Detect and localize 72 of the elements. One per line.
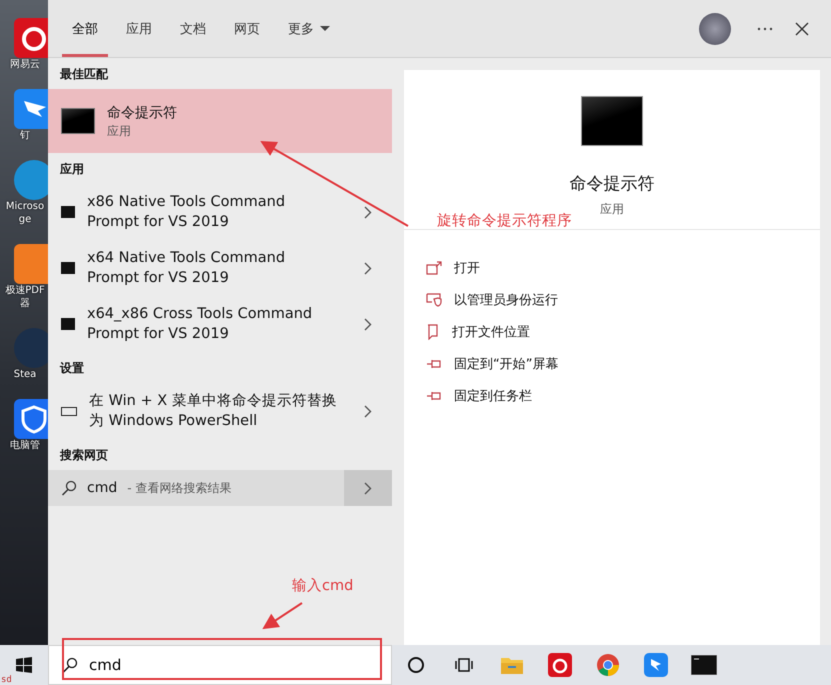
terminal-icon <box>61 206 75 218</box>
chevron-icon <box>364 482 372 494</box>
terminal-icon <box>61 108 95 134</box>
action-link[interactable]: 以管理员身份运行 <box>454 291 558 309</box>
app-icon[interactable] <box>14 89 48 129</box>
result-item[interactable]: x86 Native Tools Command Prompt for VS 2019 <box>87 192 337 232</box>
folder-icon[interactable] <box>500 655 524 675</box>
preview-title: 命令提示符 <box>570 173 654 195</box>
result-item[interactable]: 在 Win + X 菜单中将命令提示符替换为 Windows PowerShell <box>89 391 339 431</box>
action-link[interactable]: 固定到“开始”屏幕 <box>454 355 558 373</box>
pin-icon <box>426 358 442 370</box>
terminal-icon <box>581 96 643 146</box>
browser-icon[interactable] <box>596 653 620 677</box>
task-view-icon[interactable] <box>455 657 473 673</box>
windows-icon[interactable] <box>16 657 32 673</box>
result-item[interactable]: x64_x86 Cross Tools Command Prompt for VS 2019 <box>87 304 337 344</box>
action-link[interactable]: 打开文件位置 <box>452 323 530 341</box>
web-search-row[interactable]: cmd - 查看网络搜索结果 <box>48 470 392 506</box>
file-location-icon <box>426 324 440 340</box>
section-heading: 最佳匹配 <box>59 66 109 83</box>
desktop-icon-label: 电脑管 <box>9 439 41 452</box>
section-heading: 应用 <box>59 161 85 178</box>
desktop-icon-label: 器 <box>19 297 31 310</box>
result-item[interactable]: x64 Native Tools Command Prompt for VS 2019 <box>87 248 337 288</box>
section-heading: 搜索网页 <box>58 447 109 464</box>
terminal-icon <box>61 318 75 330</box>
app-icon[interactable] <box>548 653 572 677</box>
item-subtitle: 应用 <box>107 122 132 140</box>
item-title: 命令提示符 <box>107 104 177 122</box>
action-link[interactable]: 打开 <box>454 259 480 277</box>
corner-text: sd <box>1 675 12 685</box>
best-match-item[interactable]: 命令提示符 应用 <box>48 89 392 153</box>
filter-tab[interactable]: 文档 <box>170 0 216 57</box>
search-field[interactable]: cmd <box>48 645 392 685</box>
chevron-icon <box>364 318 372 330</box>
annotation-text: 输入cmd <box>292 577 354 595</box>
search-icon <box>62 657 78 673</box>
desktop-icon-label: Stea <box>12 368 38 381</box>
desktop-icon-label: ge <box>18 213 32 226</box>
chevron-icon <box>364 404 372 418</box>
keyboard-icon <box>61 406 77 416</box>
search-hint: - 查看网络搜索结果 <box>127 480 232 496</box>
search-icon <box>61 480 77 496</box>
action-link[interactable]: 固定到任务栏 <box>454 387 532 405</box>
desktop-icon-label: 网易云 <box>9 58 41 71</box>
terminal-icon <box>61 262 75 274</box>
shield-icon <box>426 293 442 307</box>
app-icon[interactable] <box>644 653 668 677</box>
chevron-icon <box>364 206 372 218</box>
filter-tab[interactable]: 网页 <box>224 0 270 57</box>
desktop-icon-label: 极速PDF <box>4 284 46 297</box>
avatar[interactable] <box>699 12 731 44</box>
preview-subtitle: 应用 <box>600 201 624 218</box>
close-icon[interactable] <box>795 22 809 36</box>
annotation-arrow <box>262 602 303 630</box>
open-window-icon <box>426 261 442 275</box>
annotation-text: 旋转命令提示符程序 <box>437 212 572 230</box>
filter-tab[interactable]: 应用 <box>116 0 162 57</box>
desktop-icon-label: 钉 <box>19 129 31 142</box>
search-query: cmd <box>87 480 118 496</box>
more-options-icon[interactable] <box>757 26 773 30</box>
app-icon[interactable] <box>14 399 48 439</box>
terminal-icon[interactable] <box>691 655 717 675</box>
desktop-icon-label: Microso <box>4 200 46 213</box>
pin-icon <box>426 390 442 402</box>
chevron-icon <box>364 262 372 274</box>
section-heading: 设置 <box>58 360 85 377</box>
more-dropdown[interactable]: 更多 <box>278 0 340 57</box>
app-icon[interactable] <box>14 160 48 200</box>
circle-icon[interactable] <box>407 656 425 674</box>
filter-tab[interactable]: 全部 <box>62 0 108 57</box>
app-icon[interactable] <box>14 18 48 58</box>
